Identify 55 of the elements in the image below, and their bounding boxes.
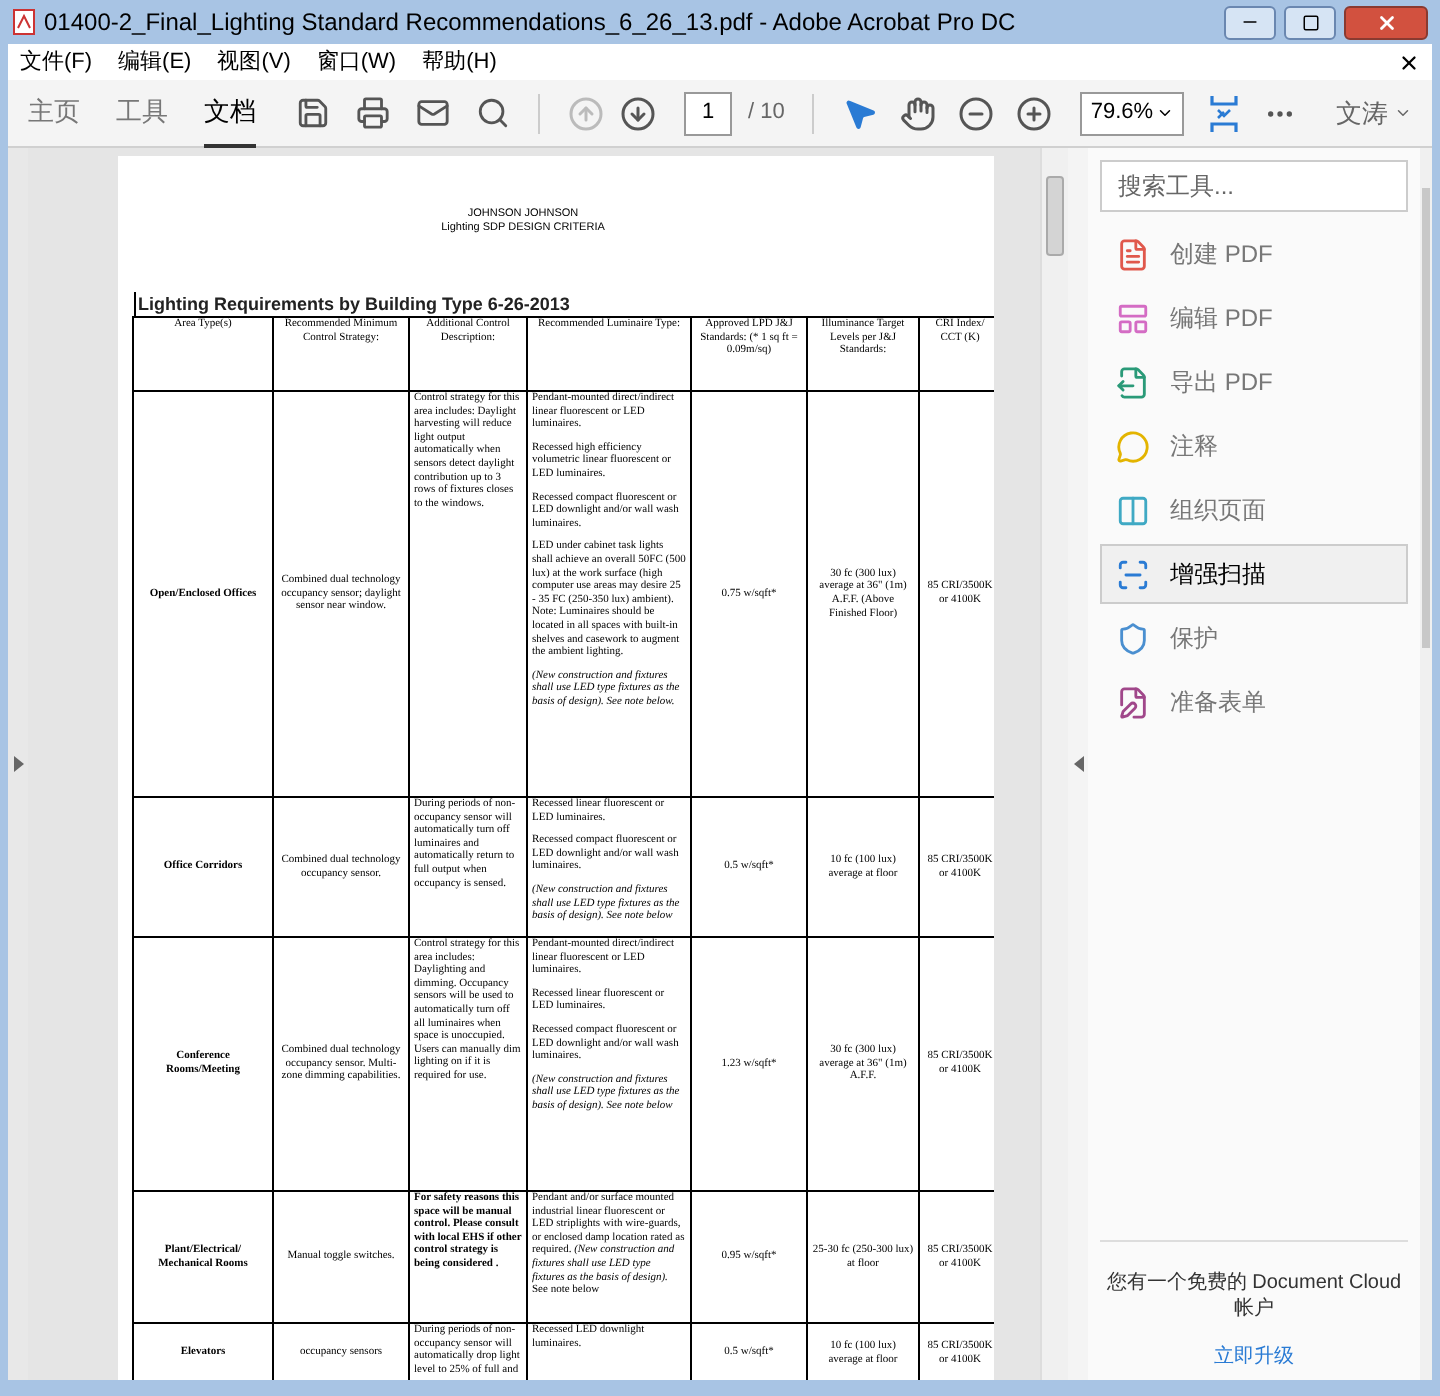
menu-item[interactable]: 编辑(E) xyxy=(118,45,192,79)
expand-panel-icon[interactable] xyxy=(13,756,23,772)
search-tools-field[interactable]: 搜索工具... xyxy=(1100,160,1408,212)
tool-item[interactable]: 准备表单 xyxy=(1100,672,1408,732)
user-menu[interactable]: 文涛 xyxy=(1336,93,1412,133)
hand-icon[interactable] xyxy=(900,95,937,131)
layout-icon xyxy=(1116,301,1150,335)
table-title: Lighting Requirements by Building Type 6-26-2013 xyxy=(134,292,994,316)
close-icon xyxy=(1375,11,1397,33)
search-icon[interactable] xyxy=(476,96,510,130)
fit-page-icon[interactable] xyxy=(1208,93,1241,133)
tool-item[interactable]: 保护 xyxy=(1100,608,1408,668)
scrollbar[interactable] xyxy=(1040,148,1068,1380)
close-button[interactable] xyxy=(1344,5,1428,39)
tool-item[interactable]: 组织页面 xyxy=(1100,480,1408,540)
maximize-icon xyxy=(1301,13,1319,31)
toolbar-tab[interactable]: 主页 xyxy=(28,79,80,147)
tool-item[interactable]: 创建 PDF xyxy=(1100,224,1408,284)
form-icon xyxy=(1116,685,1150,719)
mail-icon[interactable] xyxy=(416,96,450,130)
menu-item[interactable]: 文件(F) xyxy=(20,45,93,79)
zoom-out-icon[interactable] xyxy=(958,95,995,131)
zoom-field[interactable]: 79.6% xyxy=(1080,91,1185,135)
panel-scrollbar-thumb[interactable] xyxy=(1422,188,1430,648)
menu-item[interactable]: 窗口(W) xyxy=(316,45,397,79)
page-number-field[interactable]: 1 xyxy=(684,91,732,135)
pdf-file-icon xyxy=(12,8,36,36)
pointer-icon[interactable] xyxy=(842,95,879,131)
scrollbar-thumb[interactable] xyxy=(1046,176,1064,256)
toolbar-tab[interactable]: 工具 xyxy=(116,79,168,147)
document-icon xyxy=(1116,237,1150,271)
pages-icon xyxy=(1116,493,1150,527)
scan-icon xyxy=(1116,557,1150,591)
shield-icon xyxy=(1116,621,1150,655)
close-document-icon[interactable] xyxy=(1398,51,1420,73)
tool-item[interactable]: 注释 xyxy=(1100,416,1408,476)
maximize-button[interactable] xyxy=(1284,5,1336,39)
print-icon[interactable] xyxy=(356,96,390,130)
window-title: 01400-2_Final_Lighting Standard Recommendations_6_26_13.pdf - Adobe Acrobat Pro DC xyxy=(44,6,1016,40)
menu-item[interactable]: 视图(V) xyxy=(217,45,291,79)
tool-item[interactable]: 编辑 PDF xyxy=(1100,288,1408,348)
next-page-icon[interactable] xyxy=(620,95,656,131)
tool-item[interactable]: 导出 PDF xyxy=(1100,352,1408,412)
page-count: / 10 xyxy=(748,98,785,129)
menu-item[interactable]: 帮助(H) xyxy=(422,45,497,79)
upgrade-link[interactable]: 立即升级 xyxy=(1214,1342,1294,1372)
tool-item[interactable]: 增强扫描 xyxy=(1100,544,1408,604)
save-icon[interactable] xyxy=(296,96,330,130)
speech-bubble-icon xyxy=(1116,429,1150,463)
account-message: 您有一个免费的 Document Cloud 帐户 xyxy=(1104,1270,1404,1322)
collapse-panel-icon[interactable] xyxy=(1073,756,1083,772)
document-arrow-icon xyxy=(1116,365,1150,399)
zoom-in-icon[interactable] xyxy=(1016,95,1053,131)
dropdown-caret-icon xyxy=(1394,104,1412,122)
dropdown-caret-icon xyxy=(1156,104,1175,122)
